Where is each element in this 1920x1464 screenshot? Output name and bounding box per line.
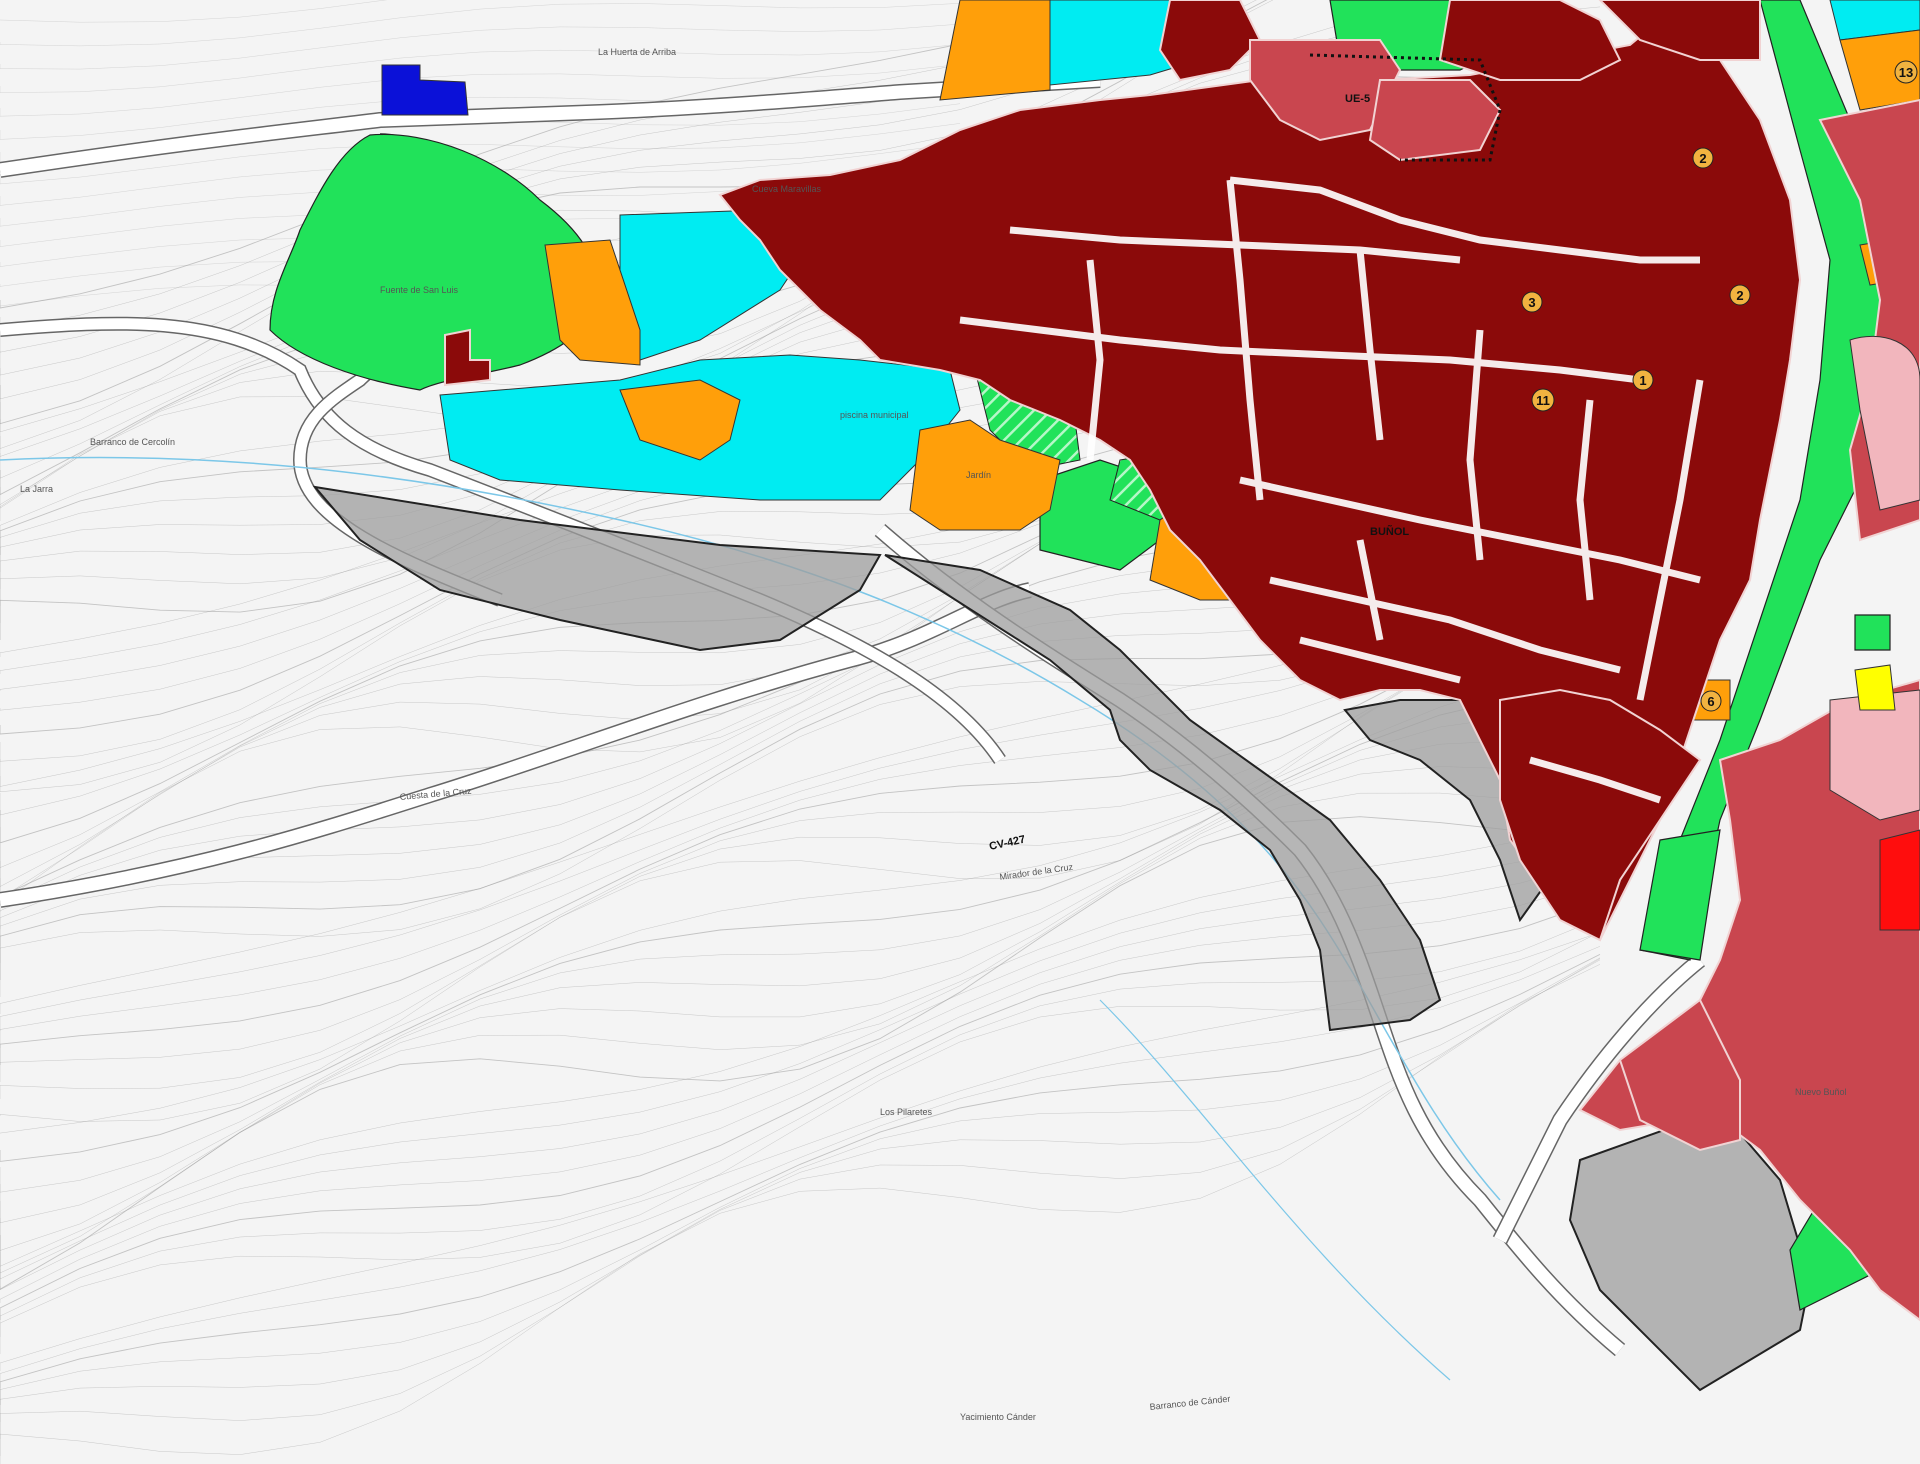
urban-zoning-map[interactable]: UE-5 BUÑOL CV-427 La Huerta de Arriba Cu… [0, 0, 1920, 1464]
marker-2a: 2 [1692, 147, 1714, 169]
label-ue5: UE-5 [1345, 93, 1370, 105]
label-jarra: La Jarra [20, 484, 53, 494]
label-town: BUÑOL [1370, 525, 1409, 538]
yellow-zone [1854, 664, 1896, 711]
svg-text:3: 3 [1528, 295, 1535, 310]
label-jardin: Jardín [966, 470, 991, 480]
svg-text:1: 1 [1639, 373, 1646, 388]
label-nuevo: Nuevo Buñol [1795, 1087, 1847, 1097]
label-huerta: La Huerta de Arriba [598, 47, 676, 57]
marker-2b: 2 [1729, 284, 1751, 306]
label-yacimiento: Yacimiento Cánder [960, 1412, 1036, 1422]
urban-expansion-ue5 [1368, 79, 1502, 162]
svg-text:11: 11 [1536, 393, 1550, 408]
marker-1: 1 [1632, 369, 1654, 391]
svg-text:13: 13 [1899, 65, 1913, 80]
svg-text:6: 6 [1707, 694, 1714, 709]
label-cueva: Cueva Maravillas [752, 184, 822, 194]
label-pilaretes: Los Pilaretes [880, 1107, 933, 1117]
marker-13: 13 [1894, 60, 1918, 84]
label-barranco-cercolin: Barranco de Cercolín [90, 437, 175, 447]
marker-3: 3 [1521, 291, 1543, 313]
green-small-2 [1854, 614, 1891, 651]
marker-6: 6 [1700, 690, 1722, 712]
map-canvas: UE-5 BUÑOL CV-427 La Huerta de Arriba Cu… [0, 0, 1920, 1464]
label-fuente: Fuente de San Luis [380, 285, 459, 295]
label-piscina: piscina municipal [840, 410, 909, 420]
marker-11: 11 [1531, 388, 1555, 412]
equipment-north [939, 0, 1051, 101]
svg-text:2: 2 [1699, 151, 1706, 166]
red-zone [1879, 829, 1920, 931]
svg-text:2: 2 [1736, 288, 1743, 303]
